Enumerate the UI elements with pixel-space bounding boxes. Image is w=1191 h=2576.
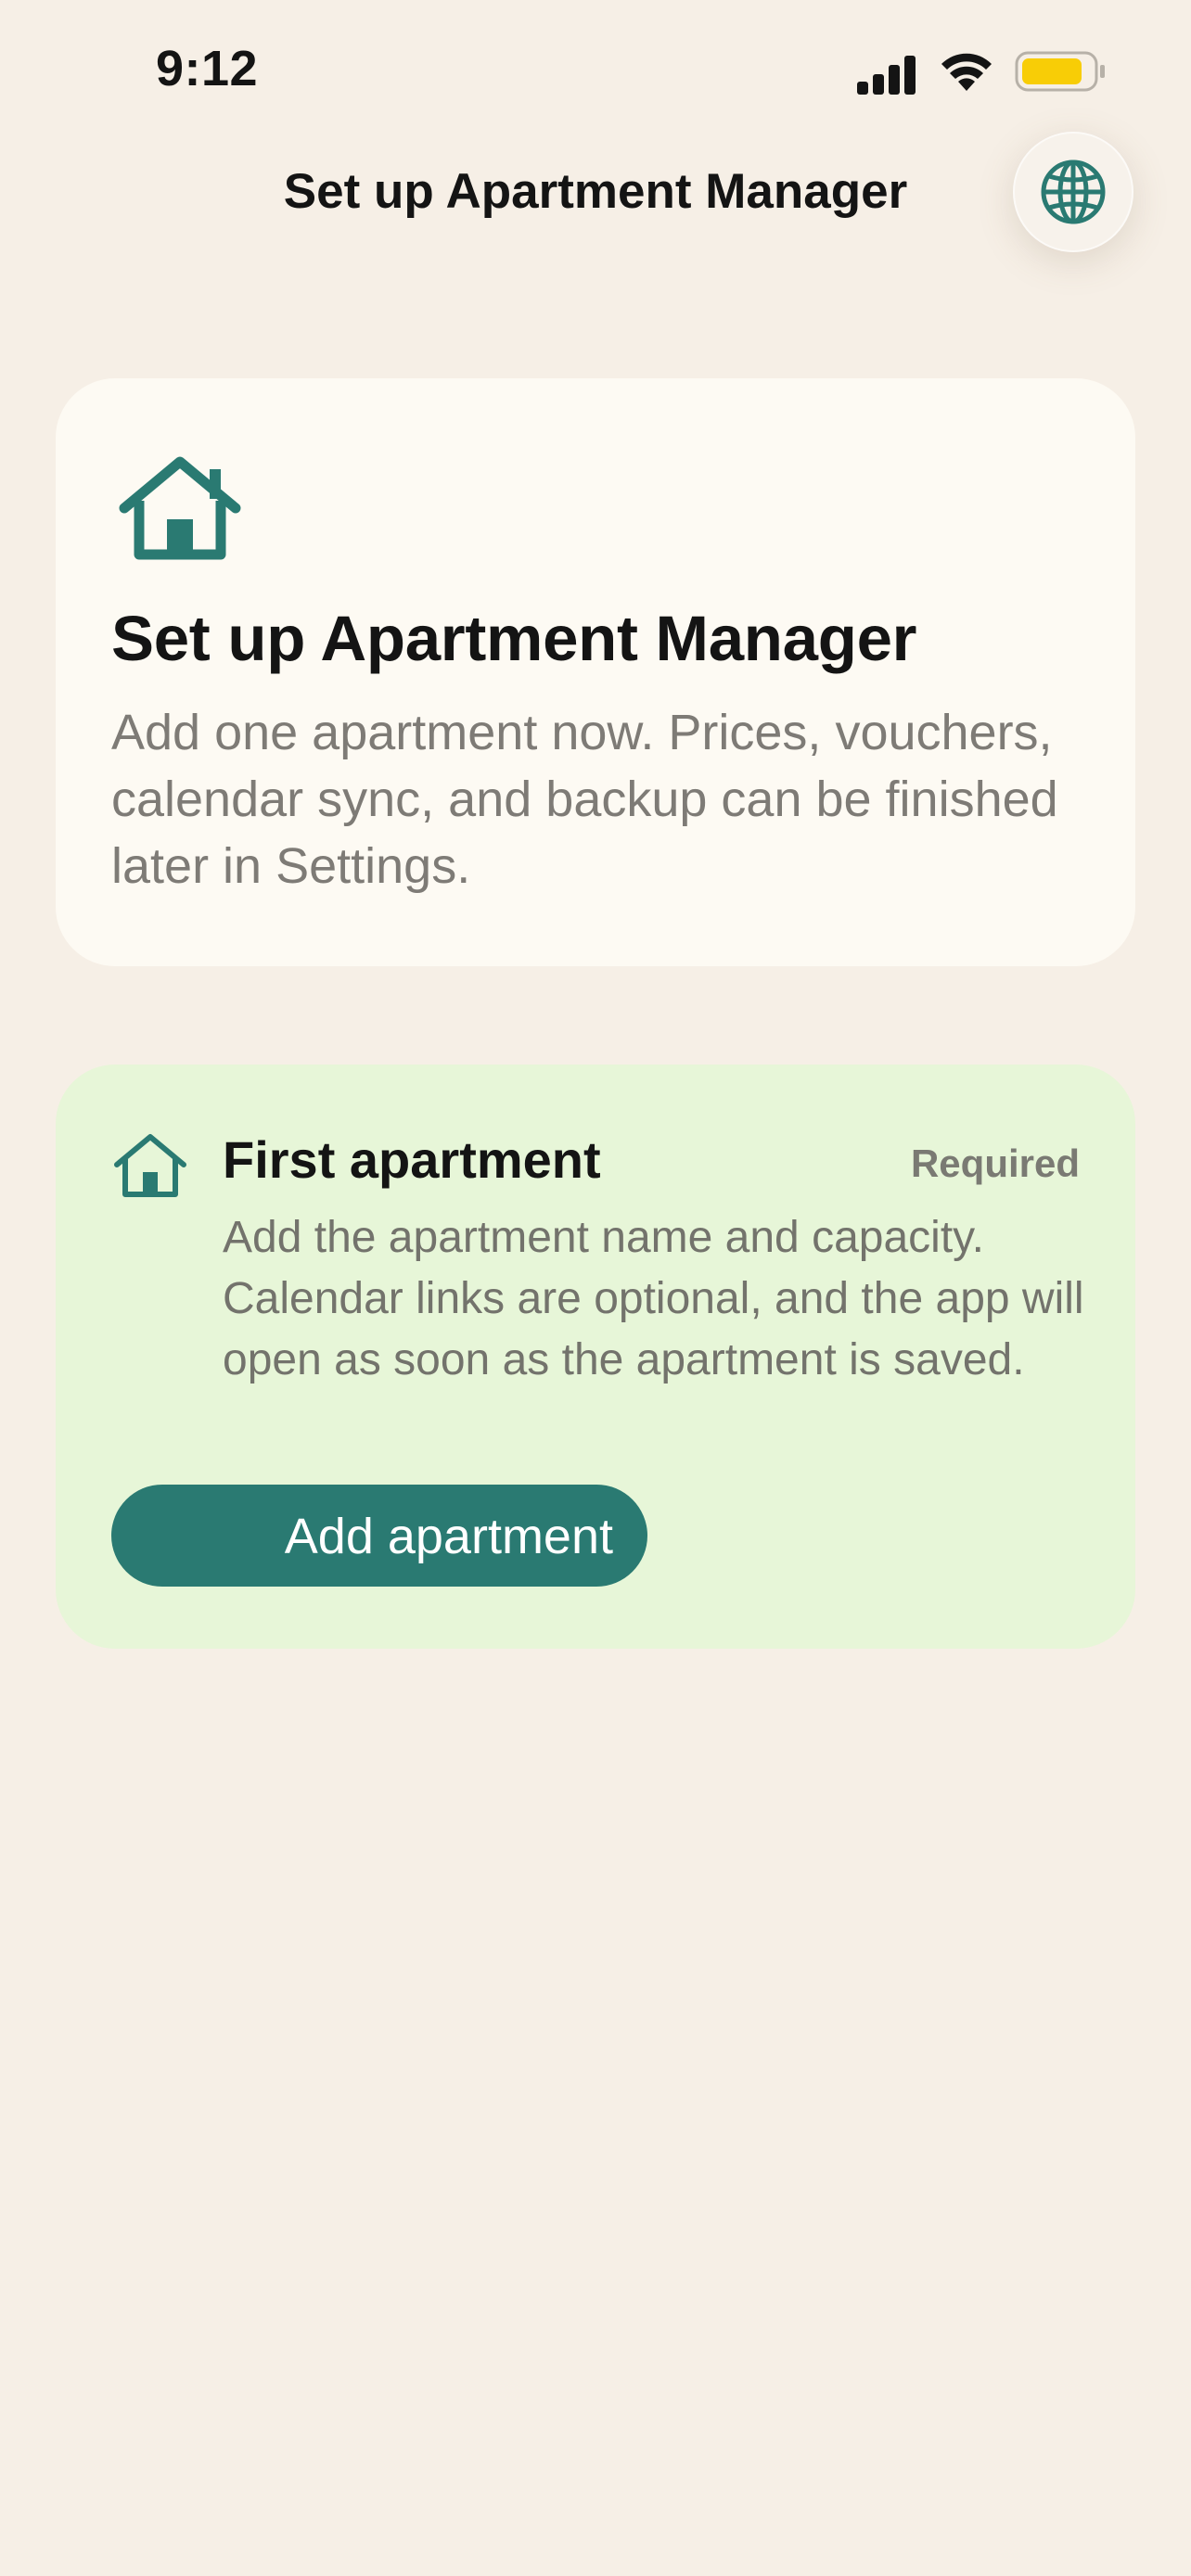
language-button[interactable] (1013, 132, 1133, 252)
step-description: Add the apartment name and capacity. Cal… (223, 1213, 1084, 1384)
add-apartment-button[interactable]: Add apartment (111, 1485, 647, 1587)
intro-card: Set up Apartment Manager Add one apartme… (56, 378, 1135, 966)
globe-icon (1041, 159, 1106, 224)
required-badge: Required (910, 1141, 1080, 1185)
intro-title: Set up Apartment Manager (111, 603, 917, 674)
intro-description: Add one apartment now. Prices, vouchers,… (111, 705, 1058, 894)
cellular-signal-icon (857, 56, 916, 95)
first-apartment-card: First apartment Required Add the apartme… (56, 1065, 1135, 1649)
step-title: First apartment (223, 1130, 601, 1189)
house-icon (119, 456, 241, 560)
house-icon (114, 1134, 186, 1197)
wifi-icon (941, 53, 992, 91)
status-time: 9:12 (156, 41, 259, 96)
battery-icon (1015, 51, 1105, 92)
